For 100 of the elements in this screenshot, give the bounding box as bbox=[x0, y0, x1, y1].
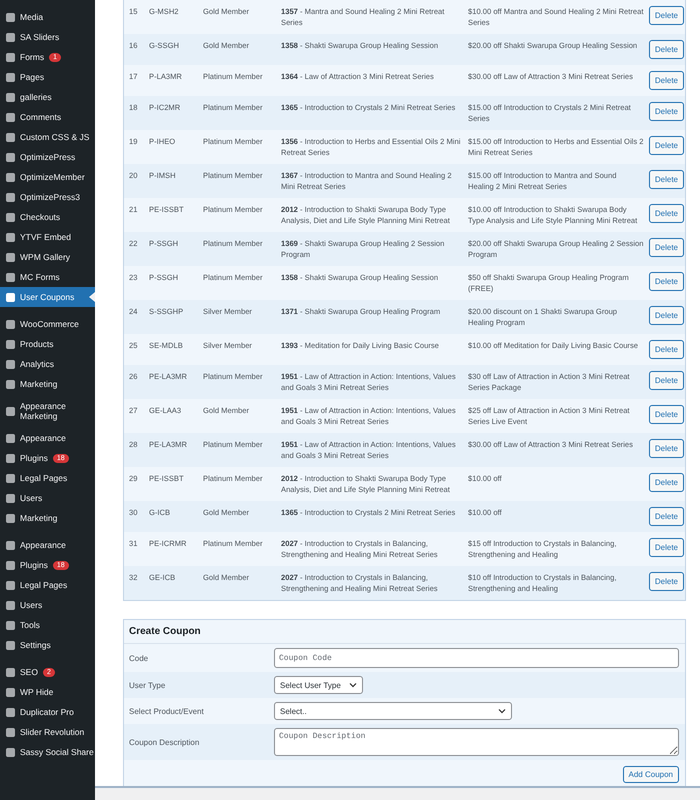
sidebar-item[interactable]: Custom CSS & JS bbox=[0, 127, 95, 147]
delete-button[interactable]: Delete bbox=[648, 136, 684, 155]
sidebar-item[interactable]: Appearance Marketing bbox=[0, 401, 95, 421]
delete-button[interactable]: Delete bbox=[648, 40, 684, 59]
item-label: Custom CSS & JS bbox=[20, 132, 90, 142]
item-label: WPM Gallery bbox=[20, 252, 70, 262]
item-label: Plugins bbox=[20, 453, 48, 463]
sidebar-item[interactable]: MC Forms bbox=[0, 267, 95, 287]
sidebar-item[interactable]: OptimizePress3 bbox=[0, 187, 95, 207]
delete-button[interactable]: Delete bbox=[648, 340, 684, 359]
dropdown[interactable]: Select User Type bbox=[274, 676, 363, 694]
item-label: Products bbox=[20, 339, 54, 349]
item-label: Users bbox=[20, 600, 42, 610]
item-label: Analytics bbox=[20, 359, 54, 369]
item-label: Media bbox=[20, 12, 44, 22]
sidebar-item[interactable]: Users bbox=[0, 595, 95, 615]
square-icon bbox=[6, 748, 15, 756]
item-label: YTVF Embed bbox=[20, 232, 72, 242]
sidebar-item[interactable]: Sassy Social Share bbox=[0, 742, 95, 762]
delete-button[interactable]: Delete bbox=[648, 238, 684, 257]
sidebar-item[interactable]: OptimizePress bbox=[0, 147, 95, 167]
delete-button[interactable]: Delete bbox=[648, 439, 684, 458]
item-label: Plugins bbox=[20, 560, 48, 570]
chevron-down-icon bbox=[498, 708, 506, 714]
sidebar-item[interactable]: YTVF Embed bbox=[0, 227, 95, 247]
field-label: Select Product/Event bbox=[129, 706, 205, 716]
sidebar-item[interactable]: Tools bbox=[0, 615, 95, 635]
square-icon bbox=[6, 292, 15, 302]
delete-button[interactable]: Delete bbox=[648, 71, 684, 90]
add-coupon-button[interactable]: Add Coupon bbox=[622, 766, 679, 783]
input-field[interactable]: Coupon Code bbox=[274, 648, 679, 668]
sidebar-item[interactable]: Analytics bbox=[0, 354, 95, 374]
item-label: Settings bbox=[20, 640, 51, 650]
sidebar-item[interactable]: SA Sliders bbox=[0, 27, 95, 47]
square-icon bbox=[6, 640, 15, 650]
sidebar-item[interactable]: Duplicator Pro bbox=[0, 702, 95, 722]
square-icon bbox=[6, 32, 15, 42]
item-label: Legal Pages bbox=[20, 473, 68, 483]
sidebar-item[interactable]: Media bbox=[0, 7, 95, 27]
sidebar-item[interactable]: User Coupons bbox=[0, 287, 95, 307]
item-label: OptimizePress3 bbox=[20, 192, 80, 202]
sidebar-item[interactable]: Legal Pages bbox=[0, 575, 95, 595]
sidebar-item[interactable]: WP Hide bbox=[0, 682, 95, 702]
item-label: Marketing bbox=[20, 411, 58, 421]
sidebar-item[interactable]: Settings bbox=[0, 635, 95, 655]
item-label: Appearance bbox=[20, 401, 66, 411]
delete-button[interactable]: Delete bbox=[648, 473, 684, 492]
sidebar-item[interactable]: WPM Gallery bbox=[0, 247, 95, 267]
delete-button[interactable]: Delete bbox=[648, 6, 684, 25]
item-label: Duplicator Pro bbox=[20, 707, 74, 717]
delete-button[interactable]: Delete bbox=[648, 507, 684, 526]
delete-button[interactable]: Delete bbox=[648, 572, 684, 591]
square-icon bbox=[6, 320, 15, 328]
text-area[interactable]: Coupon Description bbox=[274, 728, 679, 756]
sidebar-item[interactable]: Marketing bbox=[0, 508, 95, 528]
sidebar-item[interactable]: Marketing bbox=[0, 374, 95, 394]
delete-button[interactable]: Delete bbox=[648, 170, 684, 189]
item-label: User Coupons bbox=[20, 292, 74, 302]
delete-button[interactable]: Delete bbox=[648, 306, 684, 325]
square-icon bbox=[6, 514, 15, 522]
chevron-down-icon bbox=[348, 682, 357, 688]
sidebar-item[interactable]: WooCommerce bbox=[0, 314, 95, 334]
sidebar-item[interactable]: Legal Pages bbox=[0, 468, 95, 488]
delete-button[interactable]: Delete bbox=[648, 405, 684, 424]
square-icon bbox=[6, 52, 15, 62]
item-label: WooCommerce bbox=[20, 319, 79, 329]
square-icon bbox=[6, 600, 15, 610]
square-icon bbox=[6, 12, 15, 22]
delete-button[interactable]: Delete bbox=[648, 204, 684, 223]
item-label: Comments bbox=[20, 112, 62, 122]
square-icon bbox=[6, 92, 15, 102]
delete-button[interactable]: Delete bbox=[648, 371, 684, 390]
panel-title: Create Coupon bbox=[129, 626, 201, 637]
item-label: Sassy Social Share bbox=[20, 747, 94, 757]
square-icon bbox=[6, 72, 15, 82]
sidebar-item[interactable]: galleries bbox=[0, 87, 95, 107]
delete-button[interactable]: Delete bbox=[648, 538, 684, 557]
sidebar-item[interactable]: Slider Revolution bbox=[0, 722, 95, 742]
dropdown[interactable]: Select.. bbox=[274, 702, 512, 720]
square-icon bbox=[6, 474, 15, 482]
sidebar-item[interactable]: Users bbox=[0, 488, 95, 508]
item-label: Marketing bbox=[20, 379, 58, 389]
delete-button[interactable]: Delete bbox=[648, 272, 684, 291]
item-label: MC Forms bbox=[20, 272, 60, 282]
delete-button[interactable]: Delete bbox=[648, 102, 684, 121]
item-label: WP Hide bbox=[20, 687, 54, 697]
square-icon bbox=[6, 688, 15, 696]
sidebar-item[interactable]: Products bbox=[0, 334, 95, 354]
sidebar-item[interactable]: Pages bbox=[0, 67, 95, 87]
sidebar-item[interactable]: Appearance bbox=[0, 535, 95, 555]
square-icon bbox=[6, 192, 15, 202]
sidebar-item[interactable]: Checkouts bbox=[0, 207, 95, 227]
sidebar-item[interactable]: OptimizeMember bbox=[0, 167, 95, 187]
square-icon bbox=[6, 360, 15, 368]
square-icon bbox=[6, 620, 15, 630]
item-label: SA Sliders bbox=[20, 32, 60, 42]
sidebar-item[interactable]: Appearance bbox=[0, 428, 95, 448]
sidebar-item[interactable]: Comments bbox=[0, 107, 95, 127]
field-label: Coupon Description bbox=[129, 738, 200, 746]
square-icon bbox=[6, 728, 15, 736]
